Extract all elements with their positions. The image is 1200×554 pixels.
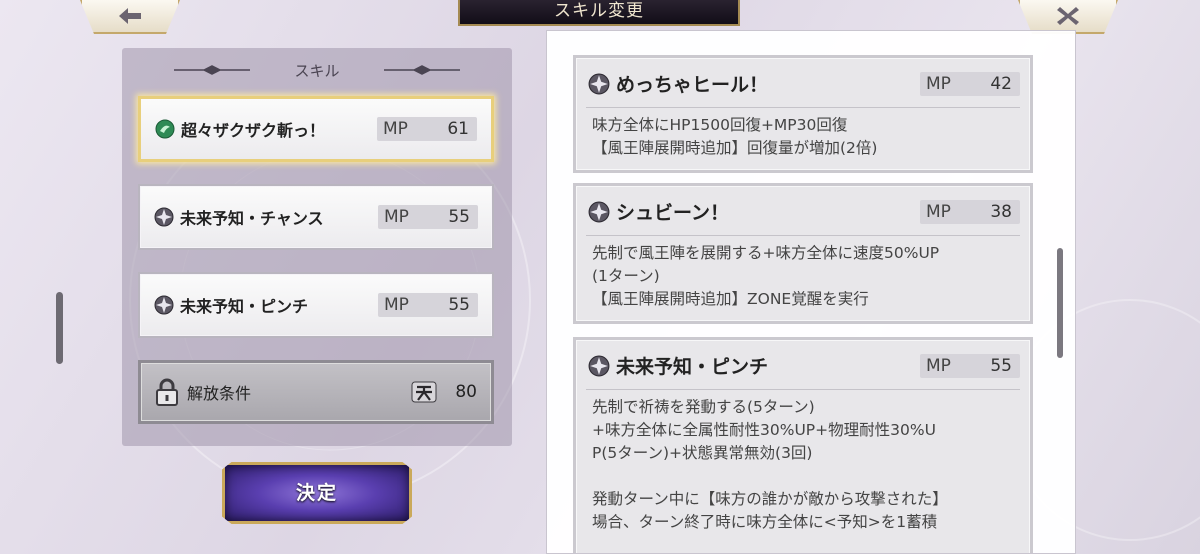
- star-skill-icon: [588, 355, 610, 376]
- green-skill-icon: [155, 119, 175, 139]
- star-skill-icon: [588, 201, 610, 222]
- mp-badge: MP 42: [920, 71, 1020, 96]
- mp-value: 55: [990, 355, 1012, 376]
- detail-header: シュビーン！ MP 38: [576, 186, 1030, 225]
- ornament-left-icon: [174, 65, 251, 75]
- locked-skill-slot[interactable]: 解放条件 80: [138, 360, 494, 424]
- unlock-level-value: 80: [455, 382, 477, 402]
- star-skill-icon: [154, 207, 174, 227]
- skill-slot-1[interactable]: 超々ザクザク斬っ！ MP 61: [138, 96, 494, 162]
- mp-value: 38: [990, 201, 1012, 222]
- right-scrollbar[interactable]: [1057, 248, 1063, 358]
- mp-badge: MP 38: [920, 199, 1020, 224]
- star-skill-icon: [588, 73, 610, 94]
- mp-value: 55: [448, 295, 470, 315]
- description-line: 発動ターン中に【味方の誰かが敵から攻撃された】: [592, 490, 948, 508]
- left-scrollbar[interactable]: [56, 292, 63, 364]
- ornament-right-icon: [383, 65, 460, 75]
- skill-slot-3[interactable]: 未来予知・ピンチ MP 55: [138, 272, 494, 338]
- mp-label: MP: [384, 295, 409, 315]
- skill-detail-card-3[interactable]: 未来予知・ピンチ MP 55 先制で祈祷を発動する(5ターン) +味方全体に全属…: [573, 337, 1033, 553]
- close-button[interactable]: [1018, 0, 1118, 34]
- mp-label: MP: [926, 355, 951, 376]
- unlock-condition-label: 解放条件: [187, 384, 252, 403]
- mp-badge: MP 61: [377, 117, 477, 141]
- mp-value: 42: [990, 73, 1012, 94]
- skill-description: 先制で風王陣を展開する+味方全体に速度50%UP (1ターン) 【風王陣展開時追…: [576, 236, 1030, 321]
- description-line: 場合、ターン終了時に味方全体に<予知>を1蓄積: [592, 513, 938, 531]
- skill-description: 味方全体にHP1500回復+MP30回復 【風王陣展開時追加】回復量が増加(2倍…: [576, 108, 1030, 170]
- ten-kanji-icon: [411, 381, 437, 403]
- mp-label: MP: [384, 207, 409, 227]
- decide-button[interactable]: 決定: [222, 462, 412, 524]
- mp-badge: MP 55: [378, 205, 478, 229]
- page-title: スキル変更: [458, 0, 740, 26]
- back-button[interactable]: [80, 0, 180, 34]
- detail-header: めっちゃヒール！ MP 42: [576, 58, 1030, 97]
- skill-slot-2[interactable]: 未来予知・チャンス MP 55: [138, 184, 494, 250]
- mp-value: 61: [447, 119, 469, 139]
- lock-icon: [156, 378, 178, 406]
- description-line: (1ターン): [592, 267, 660, 285]
- skill-description: 先制で祈祷を発動する(5ターン) +味方全体に全属性耐性30%UP+物理耐性30…: [576, 390, 1030, 544]
- skill-name: 未来予知・ピンチ: [616, 356, 769, 378]
- skill-name: シュビーン！: [616, 202, 730, 224]
- description-line: +味方全体に全属性耐性30%UP+物理耐性30%U: [592, 421, 936, 439]
- mp-label: MP: [926, 201, 951, 222]
- skill-slot-panel: スキル 超々ザクザク斬っ！ MP 61 未来予知・チャンス MP 55 未来予知…: [122, 48, 512, 446]
- mp-badge: MP 55: [920, 353, 1020, 378]
- description-line: 【風王陣展開時追加】回復量が増加(2倍): [592, 139, 878, 157]
- skill-name: めっちゃヒール！: [616, 74, 769, 96]
- skill-detail-card-2[interactable]: シュビーン！ MP 38 先制で風王陣を展開する+味方全体に速度50%UP (1…: [573, 183, 1033, 324]
- description-line: P(5ターン)+状態異常無効(3回): [592, 444, 813, 462]
- skill-name: 未来予知・チャンス: [180, 209, 324, 228]
- back-arrow-icon: [119, 8, 141, 24]
- skill-name: 超々ザクザク斬っ！: [181, 121, 326, 140]
- description-line: 先制で風王陣を展開する+味方全体に速度50%UP: [592, 244, 940, 262]
- description-line: 先制で祈祷を発動する(5ターン): [592, 398, 815, 416]
- skill-list-panel[interactable]: めっちゃヒール！ MP 42 味方全体にHP1500回復+MP30回復 【風王陣…: [546, 30, 1076, 554]
- panel-title: スキル: [294, 61, 340, 80]
- detail-header: 未来予知・ピンチ MP 55: [576, 340, 1030, 379]
- skill-detail-card-1[interactable]: めっちゃヒール！ MP 42 味方全体にHP1500回復+MP30回復 【風王陣…: [573, 55, 1033, 173]
- mp-badge: MP 55: [378, 293, 478, 317]
- mp-label: MP: [383, 119, 408, 139]
- description-line: 【風王陣展開時追加】ZONE覚醒を実行: [592, 290, 869, 308]
- description-line: [592, 465, 1016, 488]
- description-line: 味方全体にHP1500回復+MP30回復: [592, 116, 848, 134]
- star-skill-icon: [154, 295, 174, 315]
- skill-name: 未来予知・ピンチ: [180, 297, 309, 316]
- mp-value: 55: [448, 207, 470, 227]
- mp-label: MP: [926, 73, 951, 94]
- panel-header: スキル: [122, 58, 512, 82]
- close-icon: [1057, 7, 1079, 25]
